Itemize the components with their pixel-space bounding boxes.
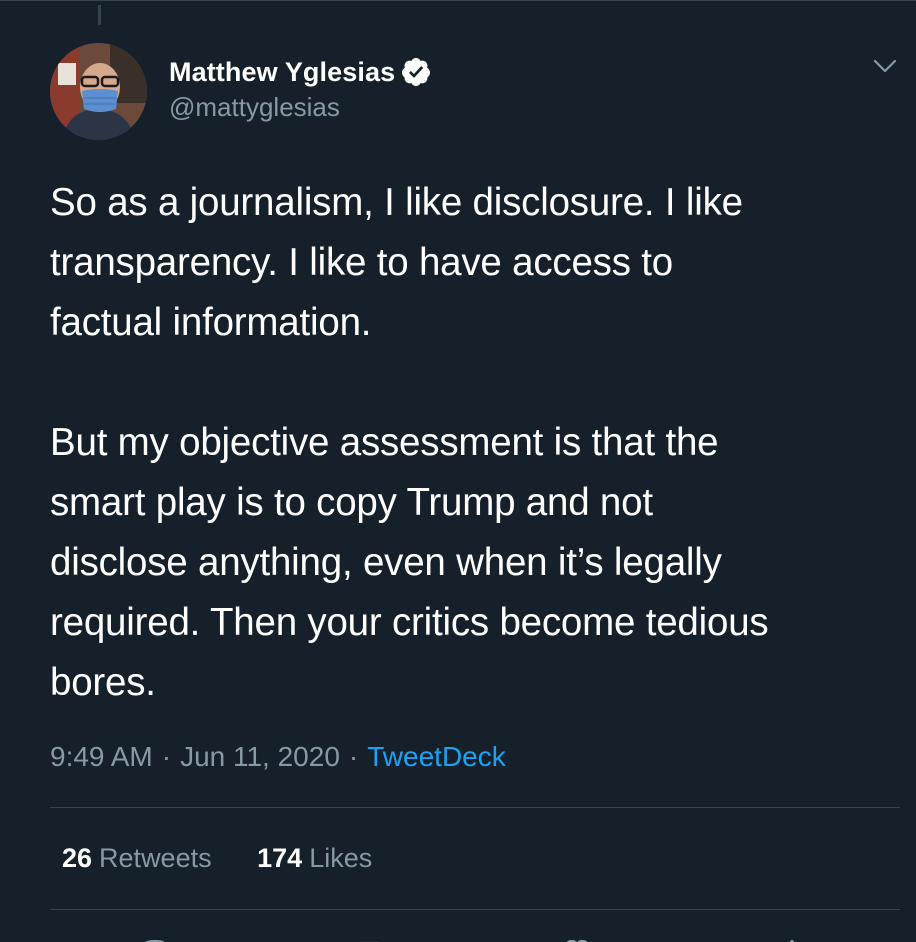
tweet-paragraph: So as a journalism, I like disclosure. I… bbox=[50, 181, 743, 344]
reply-icon[interactable] bbox=[140, 935, 170, 942]
verified-badge-icon bbox=[400, 56, 432, 88]
thread-connector-line bbox=[98, 5, 101, 25]
avatar-photo-icon bbox=[50, 43, 147, 140]
likes-label: Likes bbox=[309, 843, 373, 873]
tweet-date[interactable]: Jun 11, 2020 bbox=[180, 741, 340, 772]
tweet-stats: 26 Retweets 174 Likes bbox=[62, 843, 410, 874]
retweets-count: 26 bbox=[62, 843, 93, 873]
tweet-paragraph: But my objective assessment is that the … bbox=[50, 421, 769, 704]
meta-separator: · bbox=[348, 741, 359, 772]
tweet-action-bar bbox=[0, 935, 916, 942]
retweets-stat[interactable]: 26 Retweets bbox=[62, 843, 212, 874]
tweet-source-link[interactable]: TweetDeck bbox=[367, 741, 506, 772]
tweet-detail: Matthew Yglesias @mattyglesias So as a j… bbox=[0, 0, 916, 942]
share-icon[interactable] bbox=[777, 935, 807, 942]
author-handle[interactable]: @mattyglesias bbox=[169, 92, 432, 123]
divider bbox=[50, 807, 900, 808]
retweet-icon[interactable] bbox=[355, 935, 385, 942]
divider bbox=[50, 909, 900, 910]
likes-count: 174 bbox=[257, 843, 303, 873]
avatar[interactable] bbox=[50, 43, 147, 140]
tweet-text: So as a journalism, I like disclosure. I… bbox=[50, 173, 900, 713]
author-name-row: Matthew Yglesias bbox=[169, 55, 432, 89]
author-block[interactable]: Matthew Yglesias @mattyglesias bbox=[169, 55, 432, 123]
likes-stat[interactable]: 174 Likes bbox=[257, 843, 372, 874]
chevron-down-icon[interactable] bbox=[872, 55, 898, 77]
like-heart-icon[interactable] bbox=[562, 935, 592, 942]
retweets-label: Retweets bbox=[99, 843, 212, 873]
tweet-time[interactable]: 9:49 AM bbox=[50, 741, 153, 772]
tweet-metadata: 9:49 AM · Jun 11, 2020 · TweetDeck bbox=[50, 741, 506, 773]
author-display-name[interactable]: Matthew Yglesias bbox=[169, 57, 395, 88]
meta-separator: · bbox=[161, 741, 172, 772]
